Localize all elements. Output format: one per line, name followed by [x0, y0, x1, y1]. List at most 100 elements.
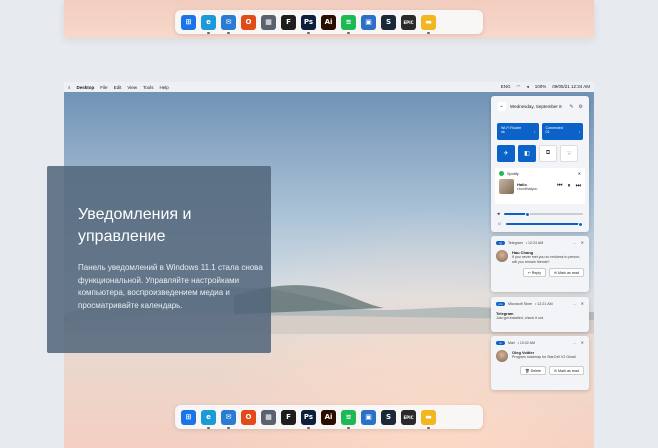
figma-icon[interactable]: F [281, 409, 296, 425]
menu-view[interactable]: View [127, 85, 137, 90]
edit-icon[interactable]: ✎ [569, 104, 573, 110]
photoshop-icon[interactable]: Ps [301, 14, 316, 34]
calculator-icon[interactable]: ▦ [261, 14, 276, 30]
start-icon[interactable]: ⊞ [181, 409, 196, 425]
cast-icon[interactable]: ⧉ [539, 145, 557, 162]
mail-icon: m [496, 340, 505, 345]
bluetooth-tile-sub: 01 [545, 130, 550, 134]
wifi-tile[interactable]: Wi-Fi Router ok › [497, 123, 539, 140]
mail-icon[interactable]: ✉ [221, 14, 236, 34]
menu-edit[interactable]: Edit [114, 85, 122, 90]
store-icon[interactable]: ▣ [361, 14, 376, 30]
notification-app: Telegram [508, 240, 523, 245]
search-icon[interactable]: ⌕ [68, 85, 71, 90]
more-icon[interactable]: … [573, 340, 577, 345]
edge-icon[interactable]: e [201, 14, 216, 34]
chevron-right-icon[interactable]: › [579, 129, 580, 134]
close-icon[interactable]: ✕ [581, 301, 584, 306]
wifi-tile-sub: ok [501, 130, 505, 134]
mark-read-button[interactable]: ✉ Mark as read [549, 268, 584, 278]
menu-file[interactable]: File [100, 85, 107, 90]
settings-icon[interactable]: ⚙ [579, 104, 583, 110]
brightness-icon: ☼ [497, 221, 502, 227]
airplane-mode-icon[interactable]: ✈ [497, 145, 515, 162]
notification-card[interactable]: tg Telegram • 12:24 AM … ✕ Hau Chang If … [491, 236, 589, 292]
accessibility-icon[interactable]: ☜ [560, 145, 578, 162]
volume-icon[interactable]: ◂ [526, 84, 528, 90]
spotify-icon [499, 171, 504, 176]
notification-time: • 12:24 AM [525, 240, 544, 245]
close-icon[interactable]: ✕ [578, 171, 581, 176]
chevron-down-icon[interactable]: ⌄ [497, 102, 506, 111]
quick-settings-panel: ⌄ Wednesday, September 8 ✎ ⚙ Wi-Fi Route… [491, 96, 589, 232]
battery-saver-icon[interactable]: ◧ [518, 145, 536, 162]
office-icon[interactable]: O [241, 409, 256, 425]
epic-icon[interactable]: EPIC [401, 14, 416, 30]
bluetooth-tile[interactable]: Connected 01 › [541, 123, 583, 140]
telegram-icon: tg [496, 240, 505, 245]
brightness-slider[interactable] [505, 221, 584, 227]
explorer-icon[interactable]: ▬ [421, 14, 436, 34]
taskbar-top: ⊞ e ✉ O ▦ F Ps Ai ≋ ▣ S EPIC ▬ [175, 10, 483, 34]
close-icon[interactable]: ✕ [581, 240, 584, 245]
illustrator-icon[interactable]: Ai [321, 14, 336, 30]
qs-date: Wednesday, September 8 [510, 104, 562, 109]
explorer-icon[interactable]: ▬ [421, 409, 436, 429]
previous-icon[interactable]: ⏮ [557, 183, 562, 190]
taskbar: ⊞ e ✉ O ▦ F Ps Ai ≋ ▣ S EPIC ▬ [175, 405, 483, 429]
photoshop-icon[interactable]: Ps [301, 409, 316, 429]
more-icon[interactable]: … [573, 301, 577, 306]
notification-message: Just got installed, check it out. [496, 316, 544, 320]
more-icon[interactable]: … [573, 240, 577, 245]
media-player: Spotify ✕ Hallo clondthatyou ⏮ ⏸ ⏭ [495, 168, 585, 204]
notification-time: • 12:21 AM [535, 301, 553, 306]
track-artist: clondthatyou [517, 187, 538, 191]
volume-slider[interactable] [503, 211, 583, 217]
menubar-app-name: Desktop [76, 84, 95, 90]
status-clock[interactable]: 09/05/21 12:34 AM [552, 84, 590, 90]
notification-app: Mail [508, 340, 515, 345]
delete-button[interactable]: 🗑 Delete [520, 366, 546, 375]
next-icon[interactable]: ⏭ [576, 183, 581, 190]
volume-icon: ◂ [497, 211, 500, 217]
notification-card[interactable]: ms Microsoft Store • 12:21 AM … ✕ Telegr… [491, 297, 589, 332]
info-card: Уведомления и управление Панель уведомле… [47, 166, 271, 353]
album-cover [499, 179, 514, 194]
steam-icon[interactable]: S [381, 409, 396, 425]
spotify-icon[interactable]: ≋ [341, 409, 356, 429]
mail-icon[interactable]: ✉ [221, 409, 236, 429]
reply-button[interactable]: ↩ Reply [522, 268, 546, 278]
store-icon: ms [496, 301, 505, 306]
top-screen-preview: ⊞ e ✉ O ▦ F Ps Ai ≋ ▣ S EPIC ▬ [64, 0, 594, 38]
menu-help[interactable]: Help [160, 85, 169, 90]
notification-message: Program roadmap for StarCell V2 Gmail [512, 355, 576, 359]
avatar [496, 250, 508, 262]
office-icon[interactable]: O [241, 14, 256, 30]
close-icon[interactable]: ✕ [581, 340, 584, 345]
epic-icon[interactable]: EPIC [401, 409, 416, 425]
notification-card[interactable]: m Mail • 10:02 AM … ✕ Oleg Voitler Progr… [491, 336, 589, 390]
menubar: ⌕ Desktop File Edit View Tools Help ENG … [64, 82, 594, 92]
steam-icon[interactable]: S [381, 14, 396, 30]
start-icon[interactable]: ⊞ [181, 14, 196, 30]
info-card-body: Панель уведомлений в Windows 11.1 стала … [78, 263, 263, 310]
store-icon[interactable]: ▣ [361, 409, 376, 425]
chevron-right-icon[interactable]: › [534, 129, 535, 134]
mark-read-button[interactable]: ✉ Mark as read [549, 366, 584, 375]
info-card-title: Уведомления и управление [78, 206, 192, 245]
notification-message: If you never met you so reckless in pers… [512, 255, 581, 264]
notification-time: • 10:02 AM [517, 340, 536, 345]
avatar [496, 350, 508, 362]
pause-icon[interactable]: ⏸ [568, 183, 571, 190]
spotify-icon[interactable]: ≋ [341, 14, 356, 34]
notification-app: Microsoft Store [508, 301, 533, 306]
wifi-icon[interactable]: ◠ [517, 84, 521, 90]
figma-icon[interactable]: F [281, 14, 296, 30]
status-battery[interactable]: 100% [535, 84, 547, 90]
calculator-icon[interactable]: ▦ [261, 409, 276, 425]
illustrator-icon[interactable]: Ai [321, 409, 336, 425]
edge-icon[interactable]: e [201, 409, 216, 429]
status-language[interactable]: ENG [501, 84, 511, 90]
media-source: Spotify [507, 171, 519, 176]
menu-tools[interactable]: Tools [143, 85, 154, 90]
